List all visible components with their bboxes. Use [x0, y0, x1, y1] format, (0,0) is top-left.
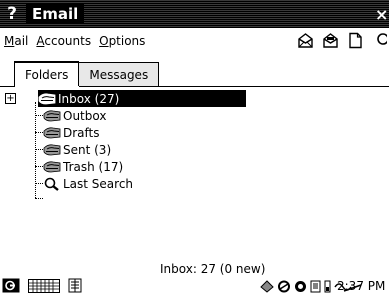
folder-drafts[interactable]: Drafts — [43, 124, 324, 141]
input-panel-icon[interactable] — [68, 278, 82, 294]
folder-outbox[interactable]: Outbox — [43, 107, 324, 124]
folder-label: Sent (3) — [63, 142, 112, 157]
toolbar — [297, 32, 389, 49]
new-document-icon[interactable] — [347, 32, 364, 49]
keyboard-icon[interactable] — [28, 278, 60, 294]
tab-messages[interactable]: Messages — [78, 62, 160, 86]
title-bar: ? Email × — [0, 0, 389, 28]
mailbox-icon — [43, 143, 61, 157]
network-icon[interactable] — [260, 278, 274, 294]
folder-label: Trash (17) — [63, 159, 124, 174]
sync-icon[interactable] — [277, 278, 291, 294]
folder-label: Last Search — [63, 176, 134, 191]
taskbar-left — [2, 278, 82, 294]
envelope-open-icon[interactable] — [297, 32, 314, 49]
folder-sent[interactable]: Sent (3) — [43, 141, 324, 158]
folder-label: Inbox (27) — [58, 91, 120, 106]
expand-toggle[interactable]: + — [5, 93, 16, 104]
close-button[interactable]: × — [375, 0, 389, 28]
folder-tree[interactable]: Inbox (27) + Outbox Drafts Sent (3) Tras… — [5, 90, 324, 199]
mailbox-icon — [43, 109, 61, 123]
folder-last-search[interactable]: Last Search — [43, 175, 324, 192]
envelope-read-icon[interactable] — [322, 32, 339, 49]
tab-strip: Folders Messages — [14, 61, 160, 86]
menu-mail[interactable]: Mail — [4, 34, 28, 48]
battery-icon[interactable] — [324, 278, 331, 294]
window-title: Email — [26, 4, 85, 24]
clock[interactable]: 2:37 PM — [337, 279, 385, 293]
folder-label: Drafts — [63, 125, 100, 140]
clipboard-icon[interactable] — [310, 278, 321, 294]
start-menu-icon[interactable] — [2, 278, 20, 294]
tab-folders[interactable]: Folders — [14, 61, 80, 86]
status-text: Inbox: 27 (0 new) — [160, 262, 266, 276]
connection-icon[interactable] — [294, 278, 307, 294]
folder-label: Outbox — [63, 108, 107, 123]
menu-bar: Mail Accounts Options — [0, 28, 389, 54]
help-button[interactable]: ? — [2, 0, 22, 28]
search-icon[interactable] — [372, 32, 389, 49]
magnifier-icon — [43, 177, 61, 191]
menu-accounts[interactable]: Accounts — [36, 34, 91, 48]
menu-options[interactable]: Options — [99, 34, 145, 48]
status-bar: Inbox: 27 (0 new) 2:37 PM — [0, 262, 389, 294]
mailbox-icon — [43, 160, 61, 174]
mailbox-icon — [43, 126, 61, 140]
mailbox-icon — [38, 92, 56, 106]
folder-inbox[interactable]: Inbox (27) — [38, 90, 246, 107]
folder-trash[interactable]: Trash (17) — [43, 158, 324, 175]
